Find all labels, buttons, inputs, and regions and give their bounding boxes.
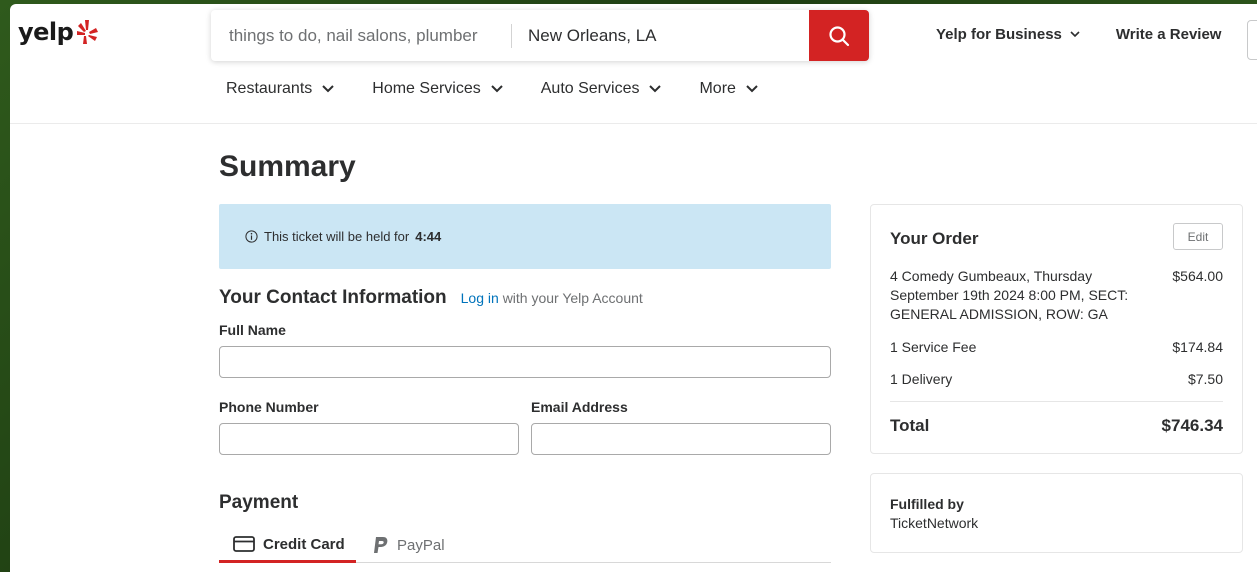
order-line-item: 4 Comedy Gumbeaux, Thursday September 19… [890,267,1223,324]
phone-label: Phone Number [219,399,319,415]
category-restaurants[interactable]: Restaurants [226,80,334,98]
order-summary-card: Your Order Edit 4 Comedy Gumbeaux, Thurs… [870,204,1243,454]
search-location-input[interactable] [512,10,809,61]
order-line-item: 1 Service Fee $174.84 [890,338,1223,357]
top-nav: Yelp for Business Write a Review [936,26,1221,43]
order-total-label: Total [890,416,930,435]
category-more[interactable]: More [699,80,758,98]
category-label: Auto Services [540,80,640,97]
category-label: More [699,80,736,97]
hold-timer: 4:44 [415,229,442,244]
category-auto-services[interactable]: Auto Services [541,80,662,98]
hold-notice: This ticket will be held for 4:44 [219,204,831,269]
page: yelp Yelp for Business Write a Review [10,4,1257,572]
chevron-down-icon [746,85,758,93]
yelp-for-business-menu[interactable]: Yelp for Business [936,26,1080,43]
write-review-label: Write a Review [1115,26,1222,43]
order-item-desc: 1 Delivery [890,371,953,387]
search-button[interactable] [809,10,869,61]
order-line-item: 1 Delivery $7.50 [890,370,1223,389]
order-item-price: $174.84 [1172,339,1223,355]
order-total-value: $746.34 [1161,416,1223,435]
edit-order-button[interactable]: Edit [1173,223,1223,250]
logo-text: yelp [18,18,74,46]
credit-card-icon [233,536,255,552]
tab-label: PayPal [397,537,445,554]
chevron-down-icon [322,85,334,93]
order-divider [890,401,1223,402]
phone-field[interactable] [219,423,519,455]
payment-heading: Payment [219,492,299,513]
write-review-link[interactable]: Write a Review [1116,26,1222,43]
fulfillment-card: Fulfilled by TicketNetwork [870,473,1243,553]
email-field[interactable] [531,423,831,455]
order-item-desc: 1 Service Fee [890,339,977,355]
login-prompt: Log in with your Yelp Account [461,290,643,306]
contact-heading: Your Contact Information [219,287,447,308]
category-label: Home Services [372,80,481,97]
order-total-row: Total $746.34 [890,416,1223,435]
search-find-input[interactable] [211,10,511,61]
hold-notice-text: This ticket will be held for [264,229,410,244]
order-item-desc: 4 Comedy Gumbeaux, Thursday September 19… [890,268,1129,322]
yelp-for-business-label: Yelp for Business [936,26,1062,43]
tab-label: Credit Card [263,535,345,553]
full-name-label: Full Name [219,322,286,338]
fulfilled-by-label: Fulfilled by [890,496,964,512]
email-label: Email Address [531,399,628,415]
search-bar [211,10,869,61]
fulfilled-by-value: TicketNetwork [890,515,979,531]
category-home-services[interactable]: Home Services [372,80,503,98]
order-item-price: $564.00 [1172,268,1223,284]
search-icon [829,25,850,46]
info-icon [245,230,258,243]
paypal-icon [374,537,388,553]
header-button-partial[interactable] [1247,20,1257,60]
tab-credit-card[interactable]: Credit Card [219,528,356,563]
chevron-down-icon [649,85,662,93]
yelp-burst-icon [77,20,99,44]
order-heading: Your Order [890,229,979,248]
chevron-down-icon [491,85,503,93]
page-title: Summary [219,150,356,183]
chevron-down-icon [1070,31,1080,38]
tab-paypal[interactable]: PayPal [373,528,445,563]
full-name-field[interactable] [219,346,831,378]
login-suffix: with your Yelp Account [502,290,643,306]
yelp-logo[interactable]: yelp [18,18,99,46]
header-divider [10,123,1257,124]
category-nav: Restaurants Home Services Auto Services … [226,80,758,98]
login-link[interactable]: Log in [461,290,499,306]
payment-tabs: Credit Card PayPal [219,528,831,563]
category-label: Restaurants [226,80,313,97]
order-item-price: $7.50 [1187,371,1223,387]
contact-heading-row: Your Contact Information Log in with you… [219,287,643,309]
